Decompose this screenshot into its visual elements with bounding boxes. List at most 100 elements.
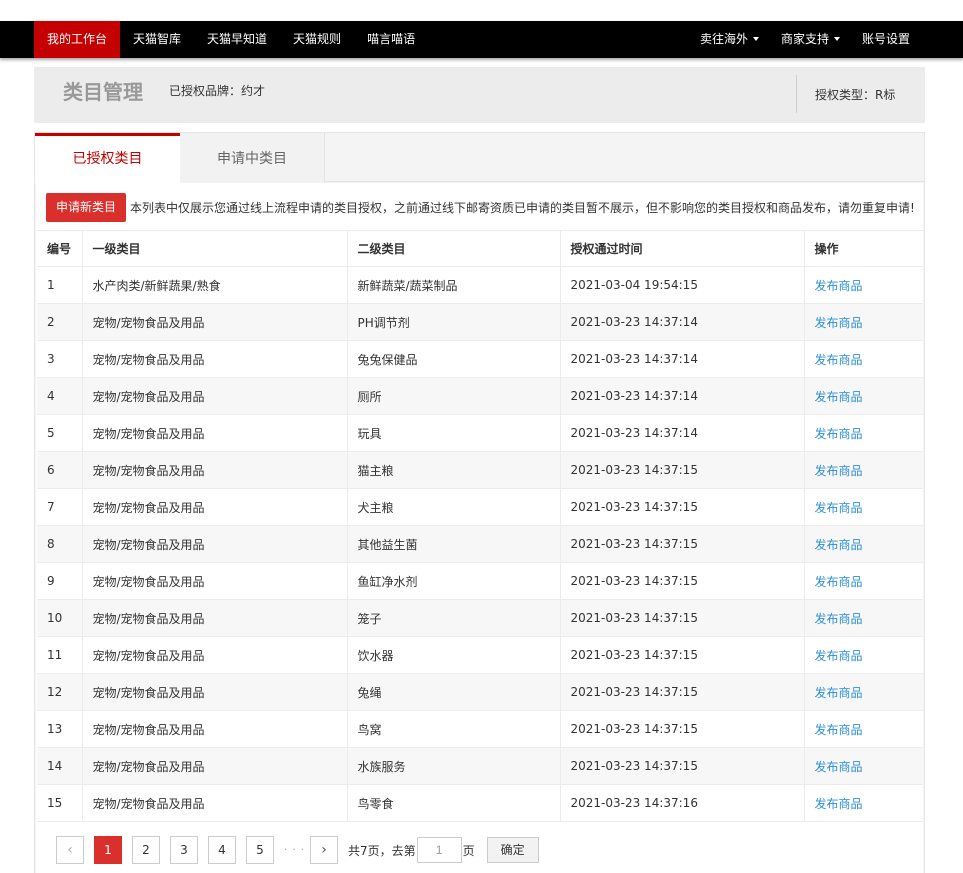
cell-level1-category: 宠物/宠物食品及用品	[82, 710, 348, 748]
publish-product-link[interactable]: 发布商品	[815, 760, 863, 774]
cell-level1-category: 宠物/宠物食品及用品	[82, 377, 348, 415]
publish-product-link[interactable]: 发布商品	[815, 316, 863, 330]
cell-row-number: 3	[37, 340, 83, 378]
cell-auth-time: 2021-03-23 14:37:15	[560, 747, 805, 785]
apply-new-category-button[interactable]: 申请新类目	[46, 192, 127, 222]
page-button-4[interactable]: 4	[208, 836, 236, 864]
cell-row-number: 11	[37, 636, 83, 674]
cell-publish-product-link: 发布商品	[804, 784, 923, 822]
nav-right: 卖往海外 商家支持 账号设置	[689, 21, 921, 58]
cell-level1-category: 水产肉类/新鲜蔬果/熟食	[82, 266, 348, 304]
cell-level1-category: 宠物/宠物食品及用品	[82, 340, 348, 378]
publish-product-link[interactable]: 发布商品	[815, 353, 863, 367]
page-button-3[interactable]: 3	[170, 836, 198, 864]
publish-product-link[interactable]: 发布商品	[815, 686, 863, 700]
tab-authorized-categories[interactable]: 已授权类目	[35, 133, 180, 183]
publish-product-link[interactable]: 发布商品	[815, 797, 863, 811]
publish-product-link[interactable]: 发布商品	[815, 390, 863, 404]
table-row: 11 宠物/宠物食品及用品 饮水器 2021-03-23 14:37:15 发布商品	[37, 636, 923, 674]
nav-item-account-settings[interactable]: 账号设置	[851, 21, 921, 58]
cell-level2-category: 其他益生菌	[347, 525, 561, 563]
cell-row-number: 4	[37, 377, 83, 415]
cell-auth-time: 2021-03-23 14:37:14	[560, 414, 805, 452]
notice-text: 本列表中仅展示您通过线上流程申请的类目授权，之前通过线下邮寄资质已申请的类目暂不…	[130, 200, 915, 215]
cell-publish-product-link: 发布商品	[804, 673, 923, 711]
confirm-goto-button[interactable]: 确定	[486, 837, 539, 863]
notice-bar: 申请新类目 本列表中仅展示您通过线上流程申请的类目授权，之前通过线下邮寄资质已申…	[46, 192, 915, 222]
nav-item-sell-overseas[interactable]: 卖往海外	[689, 21, 770, 58]
publish-product-link[interactable]: 发布商品	[815, 612, 863, 626]
cell-level2-category: 鸟零食	[347, 784, 561, 822]
publish-product-link[interactable]: 发布商品	[815, 464, 863, 478]
cell-row-number: 12	[37, 673, 83, 711]
cell-level2-category: 兔绳	[347, 673, 561, 711]
nav-label-sell-overseas: 卖往海外	[699, 32, 748, 46]
cell-level2-category: 玩具	[347, 414, 561, 452]
tab-pending-categories[interactable]: 申请中类目	[180, 133, 325, 182]
cell-level2-category: 水族服务	[347, 747, 561, 785]
next-page-button[interactable]: ›	[310, 836, 338, 864]
table-row: 5 宠物/宠物食品及用品 玩具 2021-03-23 14:37:14 发布商品	[37, 414, 923, 452]
column-header-level2: 二级类目	[347, 230, 561, 267]
total-pages-text: 共7页，去第	[348, 843, 416, 858]
cell-row-number: 10	[37, 599, 83, 637]
column-header-number: 编号	[37, 230, 83, 267]
cell-row-number: 8	[37, 525, 83, 563]
table-row: 9 宠物/宠物食品及用品 鱼缸净水剂 2021-03-23 14:37:15 发布商品	[37, 562, 923, 600]
goto-page-input[interactable]	[416, 837, 462, 863]
page-button-2[interactable]: 2	[132, 836, 160, 864]
cell-auth-time: 2021-03-23 14:37:14	[560, 377, 805, 415]
caret-down-icon	[833, 36, 840, 41]
cell-row-number: 1	[37, 266, 83, 304]
page-button-5[interactable]: 5	[246, 836, 274, 864]
cell-level2-category: 犬主粮	[347, 488, 561, 526]
nav-item-tmall-think-tank[interactable]: 天猫智库	[120, 21, 194, 58]
cell-row-number: 7	[37, 488, 83, 526]
cell-auth-time: 2021-03-23 14:37:16	[560, 784, 805, 822]
cell-level2-category: 鸟窝	[347, 710, 561, 748]
cell-level1-category: 宠物/宠物食品及用品	[82, 488, 348, 526]
cell-level1-category: 宠物/宠物食品及用品	[82, 599, 348, 637]
cell-level1-category: 宠物/宠物食品及用品	[82, 784, 348, 822]
cell-level2-category: 笼子	[347, 599, 561, 637]
table-row: 15 宠物/宠物食品及用品 鸟零食 2021-03-23 14:37:16 发布商品	[37, 784, 923, 822]
cell-publish-product-link: 发布商品	[804, 377, 923, 415]
nav-item-miao-yan[interactable]: 喵言喵语	[354, 21, 428, 58]
nav-item-merchant-support[interactable]: 商家支持	[770, 21, 851, 58]
cell-row-number: 15	[37, 784, 83, 822]
cell-level1-category: 宠物/宠物食品及用品	[82, 562, 348, 600]
table-row: 8 宠物/宠物食品及用品 其他益生菌 2021-03-23 14:37:15 发布商品	[37, 525, 923, 563]
column-header-level1: 一级类目	[82, 230, 348, 267]
publish-product-link[interactable]: 发布商品	[815, 649, 863, 663]
cell-level1-category: 宠物/宠物食品及用品	[82, 414, 348, 452]
table-row: 2 宠物/宠物食品及用品 PH调节剂 2021-03-23 14:37:14 发布商品	[37, 303, 923, 341]
cell-publish-product-link: 发布商品	[804, 710, 923, 748]
pagination: ‹ 1 2 3 4 5 · · · › 共7页，去第 页 确定	[56, 836, 539, 864]
publish-product-link[interactable]: 发布商品	[815, 427, 863, 441]
nav-item-tmall-rules[interactable]: 天猫规则	[280, 21, 354, 58]
tab-bar: 已授权类目 申请中类目	[35, 133, 924, 183]
page-button-1[interactable]: 1	[94, 836, 122, 864]
tab-content: 申请新类目 本列表中仅展示您通过线上流程申请的类目授权，之前通过线下邮寄资质已申…	[36, 183, 923, 873]
publish-product-link[interactable]: 发布商品	[815, 501, 863, 515]
publish-product-link[interactable]: 发布商品	[815, 723, 863, 737]
pager-ellipsis: · · ·	[284, 844, 305, 856]
cell-level2-category: 新鲜蔬菜/蔬菜制品	[347, 266, 561, 304]
nav-left: 我的工作台 天猫智库 天猫早知道 天猫规则 喵言喵语	[34, 21, 428, 58]
publish-product-link[interactable]: 发布商品	[815, 538, 863, 552]
table-row: 6 宠物/宠物食品及用品 猫主粮 2021-03-23 14:37:15 发布商品	[37, 451, 923, 489]
nav-item-tmall-early-know[interactable]: 天猫早知道	[194, 21, 280, 58]
publish-product-link[interactable]: 发布商品	[815, 575, 863, 589]
authorization-type: 授权类型：R标	[815, 88, 896, 102]
header-divider	[796, 75, 797, 113]
table-header-row: 编号 一级类目 二级类目 授权通过时间 操作	[37, 230, 923, 267]
cell-auth-time: 2021-03-23 14:37:15	[560, 710, 805, 748]
prev-page-button[interactable]: ‹	[56, 836, 84, 864]
publish-product-link[interactable]: 发布商品	[815, 279, 863, 293]
table-row: 13 宠物/宠物食品及用品 鸟窝 2021-03-23 14:37:15 发布商品	[37, 710, 923, 748]
page-header: 类目管理 已授权品牌：约才 授权类型：R标	[34, 67, 925, 123]
nav-item-workbench[interactable]: 我的工作台	[34, 21, 121, 58]
cell-row-number: 2	[37, 303, 83, 341]
column-header-action: 操作	[804, 230, 923, 267]
cell-auth-time: 2021-03-23 14:37:15	[560, 525, 805, 563]
